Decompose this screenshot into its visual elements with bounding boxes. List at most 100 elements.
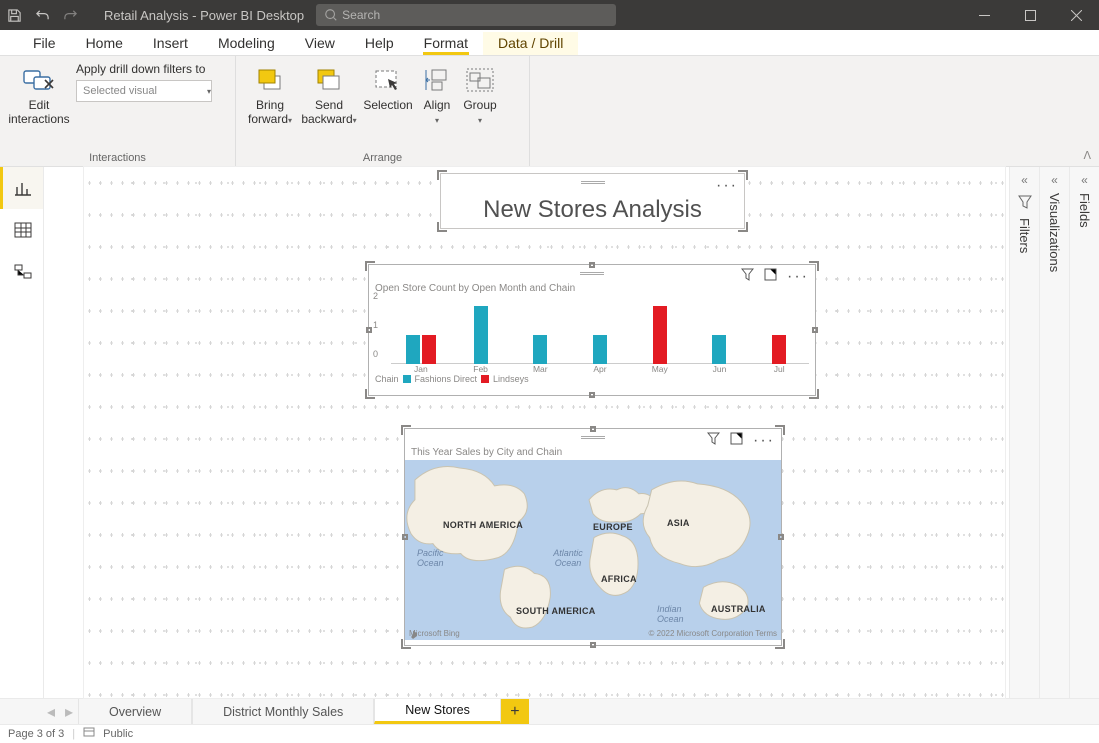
- resize-handle[interactable]: [401, 425, 411, 435]
- map-label: EUROPE: [593, 522, 633, 532]
- fields-pane-collapsed[interactable]: « Fields: [1069, 167, 1099, 698]
- visualizations-pane-collapsed[interactable]: « Visualizations: [1039, 167, 1069, 698]
- map-attribution: Microsoft Bing: [409, 629, 460, 638]
- resize-handle[interactable]: [365, 389, 375, 399]
- model-view-button[interactable]: [0, 251, 43, 293]
- tab-insert[interactable]: Insert: [138, 32, 203, 55]
- add-page-button[interactable]: +: [501, 699, 529, 724]
- close-button[interactable]: [1053, 0, 1099, 30]
- tab-home[interactable]: Home: [71, 32, 138, 55]
- report-view-button[interactable]: [0, 167, 43, 209]
- bar-chart-icon: [14, 180, 32, 196]
- bing-icon: [409, 629, 419, 639]
- drag-grip-icon[interactable]: [581, 436, 605, 439]
- prev-page-button[interactable]: ◂: [42, 699, 60, 724]
- resize-handle[interactable]: [738, 222, 748, 232]
- ribbon-body: Edit interactions Apply drill down filte…: [0, 56, 1099, 167]
- edit-interactions-icon: [8, 62, 70, 98]
- title-text: New Stores Analysis: [441, 190, 744, 232]
- redo-button[interactable]: [56, 0, 84, 30]
- tab-view[interactable]: View: [290, 32, 350, 55]
- resize-handle[interactable]: [401, 639, 411, 649]
- ribbon-group-label-interactions: Interactions: [6, 152, 229, 166]
- resize-handle[interactable]: [437, 222, 447, 232]
- page-tab-overview[interactable]: Overview: [78, 699, 192, 724]
- resize-handle[interactable]: [778, 534, 784, 540]
- resize-handle[interactable]: [589, 392, 595, 398]
- filters-pane-collapsed[interactable]: « Filters: [1009, 167, 1039, 698]
- resize-handle[interactable]: [589, 262, 595, 268]
- filter-icon: [1018, 195, 1032, 214]
- map-body[interactable]: NORTH AMERICA SOUTH AMERICA EUROPE AFRIC…: [405, 460, 781, 640]
- expand-pane-icon[interactable]: «: [1051, 173, 1058, 187]
- filter-icon[interactable]: [741, 268, 754, 286]
- more-options-icon[interactable]: ···: [716, 177, 738, 195]
- report-canvas[interactable]: ··· New Stores Analysis ···: [44, 167, 1009, 698]
- bring-forward-button[interactable]: Bring forward▾: [242, 58, 298, 131]
- undo-button[interactable]: [28, 0, 56, 30]
- resize-handle[interactable]: [809, 261, 819, 271]
- group-button[interactable]: Group▾: [458, 58, 502, 131]
- resize-handle[interactable]: [590, 642, 596, 648]
- more-options-icon[interactable]: ···: [753, 432, 775, 450]
- resize-handle[interactable]: [590, 426, 596, 432]
- focus-mode-icon[interactable]: [730, 432, 743, 450]
- selection-pane-button[interactable]: Selection: [360, 58, 416, 116]
- filter-icon[interactable]: [707, 432, 720, 450]
- resize-handle[interactable]: [809, 389, 819, 399]
- chart-plot-area: 012JanFebMarAprMayJunJul: [391, 298, 809, 372]
- bring-forward-icon: [244, 62, 296, 98]
- send-backward-button[interactable]: Send backward▾: [298, 58, 360, 131]
- page-tab-district-monthly-sales[interactable]: District Monthly Sales: [192, 699, 374, 724]
- visual-bar-chart[interactable]: ··· Open Store Count by Open Month and C…: [368, 264, 816, 396]
- next-page-button[interactable]: ▸: [60, 699, 78, 724]
- map-label: Indian Ocean: [657, 604, 697, 624]
- window-title: Retail Analysis - Power BI Desktop: [84, 8, 316, 23]
- resize-handle[interactable]: [437, 170, 447, 180]
- model-icon: [14, 264, 32, 280]
- minimize-button[interactable]: [961, 0, 1007, 30]
- data-view-button[interactable]: [0, 209, 43, 251]
- access-icon: [83, 726, 95, 741]
- resize-handle[interactable]: [812, 327, 818, 333]
- resize-handle[interactable]: [366, 327, 372, 333]
- selection-icon: [362, 62, 414, 98]
- save-button[interactable]: [0, 0, 28, 30]
- ribbon-tab-strip: File Home Insert Modeling View Help Form…: [0, 30, 1099, 56]
- search-input[interactable]: Search: [316, 4, 616, 26]
- resize-handle[interactable]: [402, 534, 408, 540]
- pane-label: Visualizations: [1047, 193, 1062, 272]
- drag-grip-icon[interactable]: [581, 181, 605, 184]
- tab-file[interactable]: File: [18, 32, 71, 55]
- apply-drill-filters-select[interactable]: Selected visual ▾: [76, 80, 212, 102]
- tab-format[interactable]: Format: [409, 32, 483, 55]
- map-label: Atlantic Ocean: [545, 548, 591, 568]
- resize-handle[interactable]: [738, 170, 748, 180]
- map-label: NORTH AMERICA: [443, 520, 523, 530]
- map-label: AUSTRALIA: [711, 604, 766, 614]
- page-tab-new-stores[interactable]: New Stores: [374, 699, 501, 724]
- pane-label: Fields: [1077, 193, 1092, 228]
- visual-map[interactable]: ··· This Year Sales by City and Chain NO: [404, 428, 782, 646]
- map-label: AFRICA: [601, 574, 637, 584]
- titlebar: Retail Analysis - Power BI Desktop Searc…: [0, 0, 1099, 30]
- search-placeholder: Search: [342, 8, 380, 22]
- drag-grip-icon[interactable]: [580, 272, 604, 275]
- expand-pane-icon[interactable]: «: [1081, 173, 1088, 187]
- maximize-button[interactable]: [1007, 0, 1053, 30]
- tab-data-drill[interactable]: Data / Drill: [483, 32, 578, 55]
- edit-interactions-button[interactable]: Edit interactions: [6, 58, 72, 131]
- tab-modeling[interactable]: Modeling: [203, 32, 290, 55]
- collapse-ribbon-button[interactable]: ᐱ: [1083, 149, 1091, 162]
- resize-handle[interactable]: [775, 639, 785, 649]
- focus-mode-icon[interactable]: [764, 268, 777, 286]
- apply-drill-filters-label: Apply drill down filters to: [76, 62, 212, 76]
- more-options-icon[interactable]: ···: [787, 268, 809, 286]
- tab-help[interactable]: Help: [350, 32, 409, 55]
- expand-pane-icon[interactable]: «: [1021, 173, 1028, 187]
- visual-title-textbox[interactable]: ··· New Stores Analysis: [440, 173, 745, 229]
- resize-handle[interactable]: [775, 425, 785, 435]
- align-button[interactable]: Align▾: [416, 58, 458, 131]
- resize-handle[interactable]: [365, 261, 375, 271]
- pane-label: Filters: [1017, 218, 1032, 253]
